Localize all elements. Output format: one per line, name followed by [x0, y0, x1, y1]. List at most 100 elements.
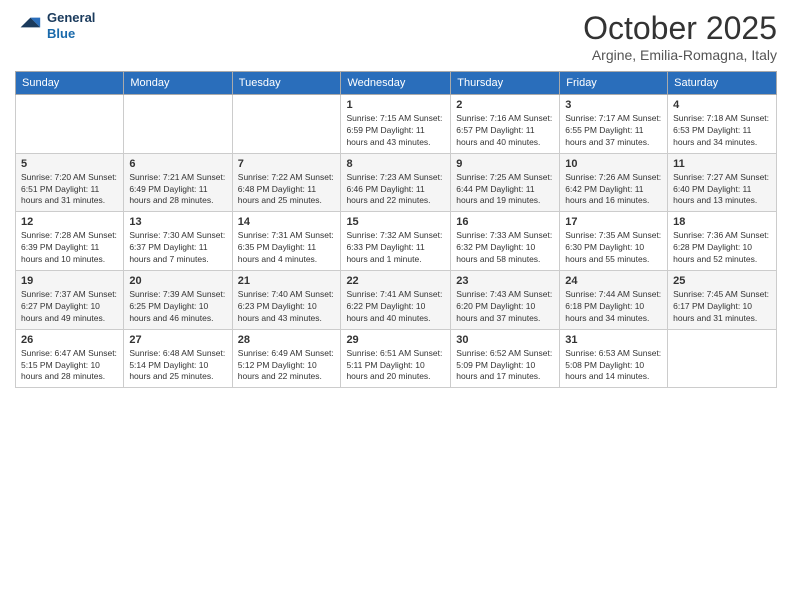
day-number: 8: [346, 158, 445, 170]
calendar-cell: 16 Sunrise: 7:33 AM Sunset: 6:32 PM Dayli…: [451, 212, 560, 271]
calendar-table: SundayMondayTuesdayWednesdayThursdayFrid…: [15, 71, 777, 388]
calendar-cell: 31 Sunrise: 6:53 AM Sunset: 5:08 PM Dayli…: [560, 329, 668, 388]
calendar-cell: 29Sunrise: 6:51 AM Sunset: 5:11 PM Dayli…: [341, 329, 451, 388]
calendar-cell: 3 Sunrise: 7:17 AM Sunset: 6:55 PM Daylig…: [560, 95, 668, 154]
day-info: Sunrise: 7:39 AM Sunset: 6:25 PM Dayligh…: [129, 289, 226, 325]
calendar-cell: 6 Sunrise: 7:21 AM Sunset: 6:49 PM Daylig…: [124, 153, 232, 212]
day-number: 20: [129, 275, 226, 287]
day-number: 17: [565, 216, 662, 228]
calendar-week-3: 12Sunrise: 7:28 AM Sunset: 6:39 PM Dayli…: [16, 212, 777, 271]
logo-icon: [15, 12, 43, 40]
calendar-cell: 1 Sunrise: 7:15 AM Sunset: 6:59 PM Daylig…: [341, 95, 451, 154]
calendar-week-2: 5 Sunrise: 7:20 AM Sunset: 6:51 PM Daylig…: [16, 153, 777, 212]
calendar-cell: 13Sunrise: 7:30 AM Sunset: 6:37 PM Dayli…: [124, 212, 232, 271]
day-info: Sunrise: 6:47 AM Sunset: 5:15 PM Dayligh…: [21, 348, 118, 384]
calendar-week-5: 26 Sunrise: 6:47 AM Sunset: 5:15 PM Dayli…: [16, 329, 777, 388]
calendar-cell: 26 Sunrise: 6:47 AM Sunset: 5:15 PM Dayli…: [16, 329, 124, 388]
calendar-cell: [16, 95, 124, 154]
day-info: Sunrise: 7:16 AM Sunset: 6:57 PM Dayligh…: [456, 113, 554, 149]
calendar-cell: 24Sunrise: 7:44 AM Sunset: 6:18 PM Dayli…: [560, 271, 668, 330]
day-info: Sunrise: 7:30 AM Sunset: 6:37 PM Dayligh…: [129, 230, 226, 266]
calendar-cell: 5 Sunrise: 7:20 AM Sunset: 6:51 PM Daylig…: [16, 153, 124, 212]
day-info: Sunrise: 7:35 AM Sunset: 6:30 PM Dayligh…: [565, 230, 662, 266]
calendar-cell: 28 Sunrise: 6:49 AM Sunset: 5:12 PM Dayli…: [232, 329, 341, 388]
logo: General Blue: [15, 10, 95, 41]
day-number: 2: [456, 99, 554, 111]
calendar-week-4: 19 Sunrise: 7:37 AM Sunset: 6:27 PM Dayli…: [16, 271, 777, 330]
calendar-cell: [232, 95, 341, 154]
day-number: 7: [238, 158, 336, 170]
calendar-cell: 23Sunrise: 7:43 AM Sunset: 6:20 PM Dayli…: [451, 271, 560, 330]
day-number: 25: [673, 275, 771, 287]
calendar-header-row: SundayMondayTuesdayWednesdayThursdayFrid…: [16, 72, 777, 95]
day-number: 28: [238, 334, 336, 346]
calendar-cell: 17 Sunrise: 7:35 AM Sunset: 6:30 PM Dayli…: [560, 212, 668, 271]
day-number: 27: [129, 334, 226, 346]
calendar-header-tuesday: Tuesday: [232, 72, 341, 95]
day-number: 31: [565, 334, 662, 346]
day-number: 5: [21, 158, 118, 170]
day-info: Sunrise: 7:20 AM Sunset: 6:51 PM Dayligh…: [21, 172, 118, 208]
title-block: October 2025 Argine, Emilia-Romagna, Ita…: [583, 10, 777, 63]
day-info: Sunrise: 7:22 AM Sunset: 6:48 PM Dayligh…: [238, 172, 336, 208]
day-number: 11: [673, 158, 771, 170]
day-info: Sunrise: 7:21 AM Sunset: 6:49 PM Dayligh…: [129, 172, 226, 208]
day-info: Sunrise: 7:15 AM Sunset: 6:59 PM Dayligh…: [346, 113, 445, 149]
day-number: 21: [238, 275, 336, 287]
day-info: Sunrise: 7:23 AM Sunset: 6:46 PM Dayligh…: [346, 172, 445, 208]
calendar-cell: 11Sunrise: 7:27 AM Sunset: 6:40 PM Dayli…: [668, 153, 777, 212]
day-number: 26: [21, 334, 118, 346]
day-info: Sunrise: 6:52 AM Sunset: 5:09 PM Dayligh…: [456, 348, 554, 384]
calendar-cell: 25Sunrise: 7:45 AM Sunset: 6:17 PM Dayli…: [668, 271, 777, 330]
calendar-week-1: 1 Sunrise: 7:15 AM Sunset: 6:59 PM Daylig…: [16, 95, 777, 154]
day-info: Sunrise: 7:37 AM Sunset: 6:27 PM Dayligh…: [21, 289, 118, 325]
day-number: 9: [456, 158, 554, 170]
day-number: 19: [21, 275, 118, 287]
day-number: 12: [21, 216, 118, 228]
calendar-header-friday: Friday: [560, 72, 668, 95]
day-info: Sunrise: 7:33 AM Sunset: 6:32 PM Dayligh…: [456, 230, 554, 266]
calendar-cell: 2 Sunrise: 7:16 AM Sunset: 6:57 PM Daylig…: [451, 95, 560, 154]
day-info: Sunrise: 7:40 AM Sunset: 6:23 PM Dayligh…: [238, 289, 336, 325]
calendar-header-saturday: Saturday: [668, 72, 777, 95]
calendar-cell: 15 Sunrise: 7:32 AM Sunset: 6:33 PM Dayli…: [341, 212, 451, 271]
calendar-cell: 10Sunrise: 7:26 AM Sunset: 6:42 PM Dayli…: [560, 153, 668, 212]
header: General Blue October 2025 Argine, Emilia…: [15, 10, 777, 63]
logo-text: General Blue: [47, 10, 95, 41]
calendar-cell: 7 Sunrise: 7:22 AM Sunset: 6:48 PM Daylig…: [232, 153, 341, 212]
day-number: 29: [346, 334, 445, 346]
calendar-cell: 18 Sunrise: 7:36 AM Sunset: 6:28 PM Dayli…: [668, 212, 777, 271]
day-number: 6: [129, 158, 226, 170]
day-number: 1: [346, 99, 445, 111]
calendar-cell: 8 Sunrise: 7:23 AM Sunset: 6:46 PM Daylig…: [341, 153, 451, 212]
day-number: 16: [456, 216, 554, 228]
calendar-header-monday: Monday: [124, 72, 232, 95]
day-number: 15: [346, 216, 445, 228]
calendar-cell: 12Sunrise: 7:28 AM Sunset: 6:39 PM Dayli…: [16, 212, 124, 271]
day-info: Sunrise: 7:44 AM Sunset: 6:18 PM Dayligh…: [565, 289, 662, 325]
calendar-cell: 19 Sunrise: 7:37 AM Sunset: 6:27 PM Dayli…: [16, 271, 124, 330]
day-info: Sunrise: 6:49 AM Sunset: 5:12 PM Dayligh…: [238, 348, 336, 384]
day-info: Sunrise: 7:32 AM Sunset: 6:33 PM Dayligh…: [346, 230, 445, 266]
calendar-header-thursday: Thursday: [451, 72, 560, 95]
day-number: 18: [673, 216, 771, 228]
calendar-cell: 9 Sunrise: 7:25 AM Sunset: 6:44 PM Daylig…: [451, 153, 560, 212]
calendar-cell: 22Sunrise: 7:41 AM Sunset: 6:22 PM Dayli…: [341, 271, 451, 330]
day-info: Sunrise: 6:53 AM Sunset: 5:08 PM Dayligh…: [565, 348, 662, 384]
page: General Blue October 2025 Argine, Emilia…: [0, 0, 792, 612]
day-info: Sunrise: 7:25 AM Sunset: 6:44 PM Dayligh…: [456, 172, 554, 208]
day-info: Sunrise: 7:41 AM Sunset: 6:22 PM Dayligh…: [346, 289, 445, 325]
day-info: Sunrise: 7:31 AM Sunset: 6:35 PM Dayligh…: [238, 230, 336, 266]
day-info: Sunrise: 7:18 AM Sunset: 6:53 PM Dayligh…: [673, 113, 771, 149]
day-number: 3: [565, 99, 662, 111]
calendar-cell: 14Sunrise: 7:31 AM Sunset: 6:35 PM Dayli…: [232, 212, 341, 271]
day-info: Sunrise: 7:36 AM Sunset: 6:28 PM Dayligh…: [673, 230, 771, 266]
calendar-cell: [124, 95, 232, 154]
day-number: 10: [565, 158, 662, 170]
calendar-cell: 21 Sunrise: 7:40 AM Sunset: 6:23 PM Dayli…: [232, 271, 341, 330]
calendar-cell: 30 Sunrise: 6:52 AM Sunset: 5:09 PM Dayli…: [451, 329, 560, 388]
day-info: Sunrise: 7:17 AM Sunset: 6:55 PM Dayligh…: [565, 113, 662, 149]
day-number: 23: [456, 275, 554, 287]
day-number: 30: [456, 334, 554, 346]
calendar-cell: 27Sunrise: 6:48 AM Sunset: 5:14 PM Dayli…: [124, 329, 232, 388]
